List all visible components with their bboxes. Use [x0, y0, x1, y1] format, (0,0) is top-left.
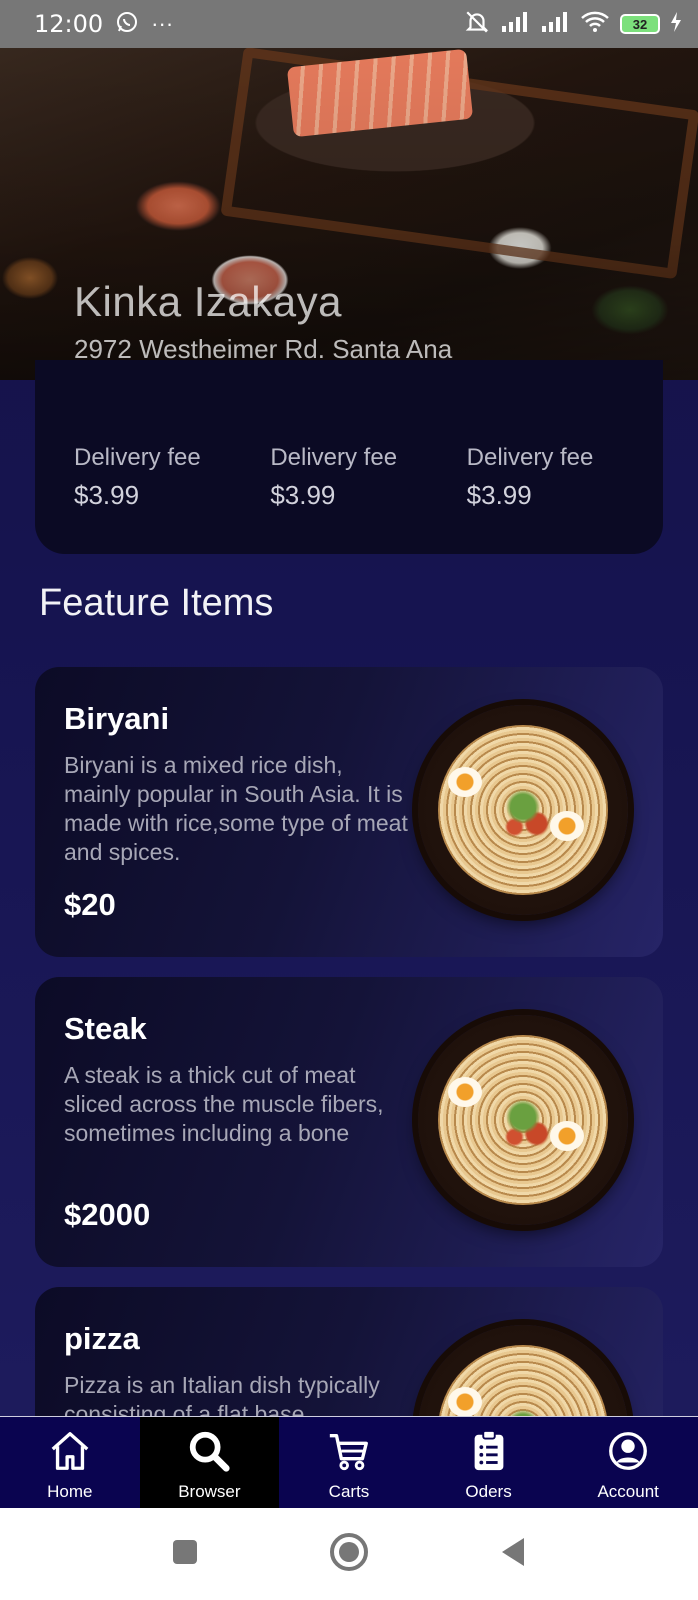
info-item: Delivery fee $3.99 [467, 444, 663, 554]
info-item: Delivery fee $3.99 [74, 444, 270, 554]
food-item-card[interactable]: Biryani Biryani is a mixed rice dish, ma… [35, 667, 663, 957]
hero-shade [0, 48, 698, 380]
status-bar: 12:00 ··· 32 [0, 0, 698, 48]
food-item-image [418, 1015, 628, 1225]
wifi-icon [580, 10, 610, 39]
bottom-navigation: Home Browser Carts Oders Account [0, 1416, 698, 1508]
info-label: Delivery fee [270, 444, 398, 471]
nav-home-label: Home [47, 1482, 93, 1501]
restaurant-hero-image: Kinka Izakaya 2972 Westheimer Rd. Santa … [0, 48, 698, 380]
search-icon [190, 1431, 230, 1472]
back-button[interactable] [498, 1535, 528, 1574]
food-item-image [418, 705, 628, 915]
food-item-price: $2000 [64, 1197, 151, 1232]
nav-carts-label: Carts [328, 1482, 370, 1501]
info-label: Delivery fee [466, 444, 594, 471]
food-item-price: $20 [64, 887, 116, 922]
status-time: 12:00 [34, 10, 104, 38]
nav-browser-label: Browser [178, 1482, 241, 1501]
info-value: $3.99 [270, 480, 336, 510]
info-value: $3.99 [466, 480, 532, 510]
nav-orders-label: Oders [465, 1482, 512, 1501]
home-button[interactable] [328, 1531, 370, 1578]
account-icon [609, 1432, 648, 1470]
nav-home[interactable]: Home [0, 1417, 140, 1508]
bell-off-icon [464, 9, 490, 40]
signal-icon [500, 10, 530, 39]
charging-icon [670, 11, 682, 38]
system-navigation-bar [0, 1508, 698, 1600]
food-item-card[interactable]: Steak A steak is a thick cut of meat sli… [35, 977, 663, 1267]
nav-carts[interactable]: Carts [279, 1417, 419, 1508]
battery-icon: 32 [620, 14, 660, 34]
more-notifications-icon: ··· [151, 11, 174, 36]
signal-icon-2 [540, 10, 570, 39]
food-item-description: A steak is a thick cut of meat sliced ac… [64, 1062, 384, 1146]
nav-account-label: Account [597, 1482, 659, 1501]
food-item-description: Biryani is a mixed rice dish, mainly pop… [64, 752, 408, 865]
clipboard-list-icon [474, 1429, 503, 1471]
home-icon [51, 1432, 89, 1470]
info-item: Delivery fee $3.99 [270, 444, 466, 554]
restaurant-name: Kinka Izakaya [74, 278, 342, 325]
food-item-name: pizza [64, 1321, 140, 1356]
cart-icon [329, 1433, 368, 1471]
food-item-name: Steak [64, 1011, 147, 1046]
recent-apps-button[interactable] [170, 1537, 200, 1572]
whatsapp-icon [115, 10, 139, 39]
delivery-info-card: Delivery fee $3.99 Delivery fee $3.99 De… [35, 360, 663, 554]
nav-orders[interactable]: Oders [419, 1417, 559, 1508]
app-screen: 12:00 ··· 32 Kinka Izakaya 2972 Westheim… [0, 0, 698, 1508]
section-title: Feature Items [39, 582, 274, 624]
food-item-name: Biryani [64, 701, 170, 736]
nav-browser[interactable]: Browser [139, 1417, 280, 1508]
nav-account[interactable]: Account [558, 1417, 698, 1508]
info-value: $3.99 [74, 480, 140, 510]
info-label: Delivery fee [74, 444, 201, 471]
